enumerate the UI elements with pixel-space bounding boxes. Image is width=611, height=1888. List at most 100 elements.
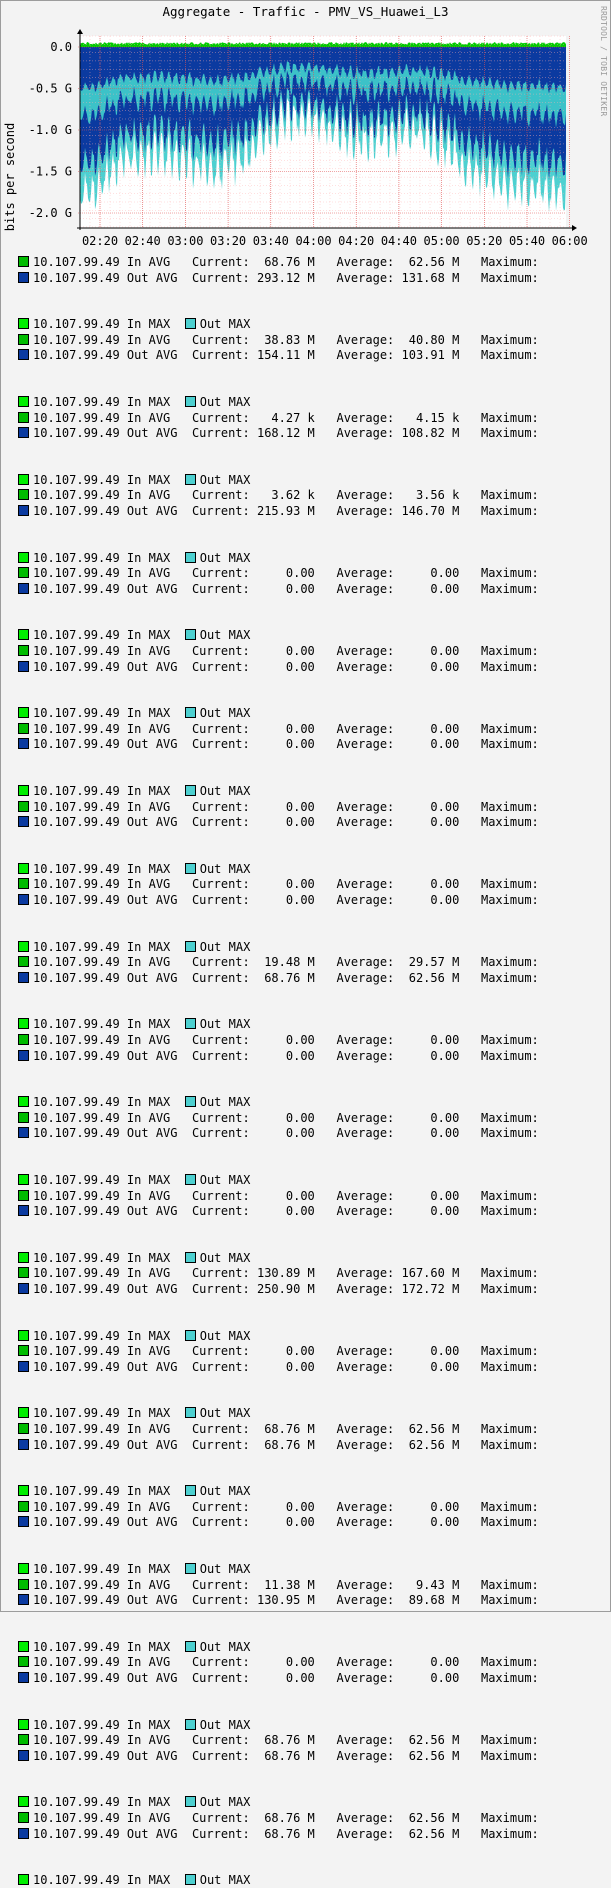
y-tick-label: -1.0 G xyxy=(29,123,72,137)
current-label: Current: xyxy=(191,332,257,347)
legend-series-label: 10.107.99.49 In AVG xyxy=(33,410,192,425)
x-tick-label: 05:00 xyxy=(424,234,460,248)
average-label: Average: xyxy=(336,799,402,814)
in-avg-swatch xyxy=(18,1812,29,1823)
current-value: 0.00 xyxy=(256,1033,337,1047)
current-value: 0.00 xyxy=(256,799,337,814)
out-max-swatch xyxy=(184,1485,196,1497)
out-max-swatch xyxy=(184,862,196,874)
in-avg-swatch xyxy=(18,1267,29,1279)
average-value: 108.82 M xyxy=(401,426,481,441)
current-label: Current: xyxy=(191,1515,257,1530)
current-label: Current: xyxy=(191,1188,257,1203)
average-value: 167.60 M xyxy=(401,1266,481,1281)
legend-series-label: Out MAX xyxy=(199,1795,251,1810)
legend-in-avg-row: 10.107.99.49 In AVG Current: 0.00 Averag… xyxy=(18,1343,539,1359)
legend-series-label: 10.107.99.49 In MAX xyxy=(33,472,185,487)
average-value: 0.00 xyxy=(401,1499,481,1514)
current-label: Current: xyxy=(191,644,257,658)
in-max-swatch xyxy=(18,1251,29,1263)
current-label: Current: xyxy=(191,270,257,285)
average-label: Average: xyxy=(336,1422,402,1436)
legend-series-label: Out MAX xyxy=(199,1484,251,1499)
legend-series-label: 10.107.99.49 In AVG xyxy=(33,488,192,503)
in-avg-swatch xyxy=(18,1500,29,1512)
current-label: Current: xyxy=(191,1811,257,1825)
current-label: Current: xyxy=(191,1733,257,1748)
legend-series-label: 10.107.99.49 In AVG xyxy=(33,1733,192,1748)
legend-max-row: 10.107.99.49 In MAX Out MAX xyxy=(18,316,250,332)
maximum-label: Maximum: xyxy=(480,581,539,596)
legend-series-label: 10.107.99.49 In AVG xyxy=(33,1344,192,1359)
legend-out-avg-row: 10.107.99.49 Out AVG Current: 168.12 M A… xyxy=(18,425,539,441)
out-avg-swatch xyxy=(18,1438,29,1450)
legend-series-label: 10.107.99.49 In MAX xyxy=(33,1173,185,1187)
legend-series-label: 10.107.99.49 In MAX xyxy=(33,317,185,332)
in-avg-swatch xyxy=(18,411,29,423)
out-max-swatch xyxy=(184,1174,196,1185)
legend-series-label: 10.107.99.49 In AVG xyxy=(33,566,192,581)
average-label: Average: xyxy=(336,1344,402,1359)
y-tick-label: -1.5 G xyxy=(29,165,72,179)
legend-in-avg-row: 10.107.99.49 In AVG Current: 0.00 Averag… xyxy=(18,721,539,737)
in-max-swatch xyxy=(18,1485,29,1497)
legend-in-avg-row: 10.107.99.49 In AVG Current: 0.00 Averag… xyxy=(18,565,539,581)
in-max-swatch xyxy=(18,1796,29,1808)
average-label: Average: xyxy=(336,1748,402,1763)
legend-series-label: 10.107.99.49 In MAX xyxy=(33,628,185,643)
in-avg-swatch xyxy=(18,256,29,267)
average-value: 0.00 xyxy=(401,644,481,658)
in-avg-swatch xyxy=(18,333,29,345)
current-value: 0.00 xyxy=(256,566,337,581)
average-value: 0.00 xyxy=(401,1344,481,1359)
in-avg-swatch xyxy=(18,1345,29,1357)
legend-series-label: 10.107.99.49 In MAX xyxy=(33,706,185,721)
maximum-label: Maximum: xyxy=(480,410,539,425)
current-value: 0.00 xyxy=(256,1048,337,1063)
maximum-label: Maximum: xyxy=(480,1748,539,1763)
legend-series-label: 10.107.99.49 In AVG xyxy=(33,1110,192,1125)
y-tick-label: -0.5 G xyxy=(29,82,72,96)
average-value: 0.00 xyxy=(401,737,481,752)
legend-series-label: 10.107.99.49 In AVG xyxy=(33,1422,192,1436)
legend-max-row: 10.107.99.49 In MAX Out MAX xyxy=(18,861,250,877)
legend-series-label: Out MAX xyxy=(199,1095,251,1110)
out-max-swatch xyxy=(184,318,196,330)
legend-max-row: 10.107.99.49 In MAX Out MAX xyxy=(18,1561,250,1577)
average-label: Average: xyxy=(336,1515,402,1530)
legend-max-row: 10.107.99.49 In MAX Out MAX xyxy=(18,1405,250,1421)
legend-out-avg-row: 10.107.99.49 Out AVG Current: 293.12 M A… xyxy=(18,270,539,286)
in-avg-swatch xyxy=(18,800,29,812)
current-value: 68.76 M xyxy=(256,1748,337,1763)
legend-in-avg-row: 10.107.99.49 In AVG Current: 0.00 Averag… xyxy=(18,1110,539,1126)
out-avg-swatch xyxy=(18,1127,29,1139)
current-value: 0.00 xyxy=(256,1188,337,1203)
average-label: Average: xyxy=(336,1655,402,1670)
y-axis-arrow xyxy=(77,29,83,34)
legend-in-avg-row: 10.107.99.49 In AVG Current: 3.62 k Aver… xyxy=(18,487,539,503)
maximum-label: Maximum: xyxy=(480,1344,539,1359)
legend-series-label: Out MAX xyxy=(199,1639,251,1654)
average-label: Average: xyxy=(336,1733,402,1748)
current-label: Current: xyxy=(191,488,257,503)
maximum-label: Maximum: xyxy=(480,1033,539,1047)
current-value: 68.76 M xyxy=(256,1733,337,1748)
average-value: 62.56 M xyxy=(401,1748,481,1763)
current-value: 0.00 xyxy=(256,737,337,752)
legend-max-row: 10.107.99.49 In MAX Out MAX xyxy=(18,1172,250,1188)
current-value: 0.00 xyxy=(256,1499,337,1514)
legend-series-label: Out MAX xyxy=(199,472,251,487)
average-label: Average: xyxy=(336,893,402,907)
legend-out-avg-row: 10.107.99.49 Out AVG Current: 0.00 Avera… xyxy=(18,892,539,908)
legend-in-avg-row: 10.107.99.49 In AVG Current: 0.00 Averag… xyxy=(18,799,539,815)
in-avg-swatch xyxy=(18,1423,29,1434)
current-value: 19.48 M xyxy=(256,955,337,970)
legend-out-avg-row: 10.107.99.49 Out AVG Current: 0.00 Avera… xyxy=(18,659,539,675)
legend-series-label: 10.107.99.49 Out AVG xyxy=(33,737,192,752)
legend-series-label: 10.107.99.49 In MAX xyxy=(33,1017,185,1032)
legend-series-label: 10.107.99.49 In MAX xyxy=(33,784,185,798)
average-label: Average: xyxy=(336,1266,402,1281)
legend-series-label: 10.107.99.49 Out AVG xyxy=(33,504,192,518)
legend-max-row: 10.107.99.49 In MAX Out MAX xyxy=(18,627,250,643)
in-avg-swatch xyxy=(18,645,29,656)
